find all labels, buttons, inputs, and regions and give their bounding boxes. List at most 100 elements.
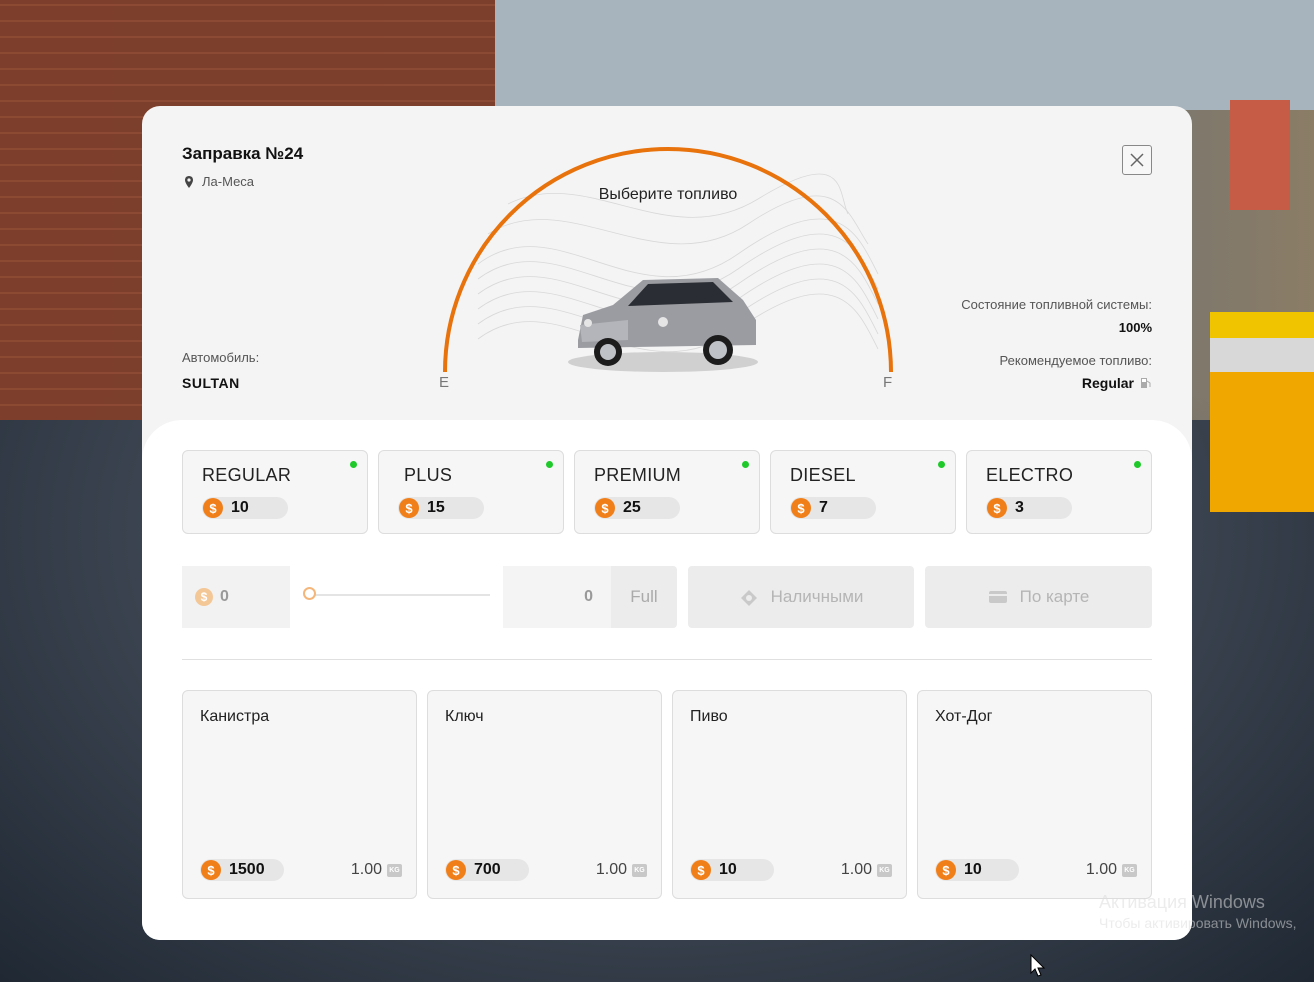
total-cost: $ 0: [182, 566, 290, 628]
total-cost-value: 0: [220, 588, 229, 605]
refuel-controls: $ 0 0 Full Наличными По карте: [182, 566, 1152, 630]
shop-item-beer[interactable]: Пиво $ 10 1.00 KG: [672, 690, 907, 899]
fuel-card-plus[interactable]: PLUS $ 15: [378, 450, 564, 534]
amount-selector: $ 0 0 Full: [182, 566, 677, 628]
item-name: Ключ: [445, 708, 484, 725]
station-location: Ла-Меса: [182, 174, 254, 189]
item-weight-value: 1.00: [840, 861, 872, 878]
item-name: Канистра: [200, 708, 270, 725]
fuel-price: $ 25: [594, 497, 680, 519]
liters-value: 0: [584, 588, 593, 605]
slider-handle[interactable]: [303, 587, 316, 600]
fuel-price: $ 10: [202, 497, 288, 519]
station-location-label: Ла-Меса: [202, 174, 255, 189]
pay-card-button[interactable]: По карте: [925, 566, 1152, 628]
fuel-gauge: [443, 147, 893, 373]
credit-card-icon: [988, 591, 1007, 603]
item-price: $ 1500: [200, 859, 284, 881]
item-price-value: 700: [474, 861, 501, 878]
shop-item-canister[interactable]: Канистра $ 1500 1.00 KG: [182, 690, 417, 899]
pay-cash-button[interactable]: Наличными: [688, 566, 914, 628]
dollar-coin-icon: $: [195, 588, 213, 606]
fuel-price-value: 25: [623, 499, 641, 516]
weight-kg-icon: KG: [632, 863, 647, 877]
shop-item-key[interactable]: Ключ $ 700 1.00 KG: [427, 690, 662, 899]
shop-item-hotdog[interactable]: Хот-Дог $ 10 1.00 KG: [917, 690, 1152, 899]
dollar-coin-icon: $: [399, 498, 419, 518]
mouse-cursor-icon: [1030, 954, 1046, 977]
fuel-system-status-value: 100%: [1118, 320, 1152, 335]
fuel-price: $ 3: [986, 497, 1072, 519]
availability-indicator: [938, 461, 945, 468]
cash-icon: [740, 590, 757, 606]
close-icon: [1130, 153, 1144, 167]
weight-kg-icon: KG: [387, 863, 402, 877]
section-divider: [182, 659, 1152, 660]
dollar-coin-icon: $: [691, 860, 711, 880]
dollar-coin-icon: $: [987, 498, 1007, 518]
fuel-system-status-label: Состояние топливной системы:: [961, 297, 1152, 312]
fuel-name: DIESEL: [790, 465, 856, 485]
fuel-price-value: 3: [1015, 499, 1024, 516]
fuel-name: PLUS: [404, 465, 453, 485]
windows-activation-watermark: Активация Windows Чтобы активировать Win…: [1099, 892, 1297, 931]
fuel-amount-slider[interactable]: [290, 566, 503, 628]
dollar-coin-icon: $: [936, 860, 956, 880]
gas-station-panel: Заправка №24 Ла-Меса Автомобиль: SULTAN …: [142, 106, 1192, 940]
availability-indicator: [1134, 461, 1141, 468]
fuel-card-diesel[interactable]: DIESEL $ 7: [770, 450, 956, 534]
fuel-card-electro[interactable]: ELECTRO $ 3: [966, 450, 1152, 534]
item-weight-value: 1.00: [350, 861, 382, 878]
fuel-pump-icon: [1141, 378, 1151, 388]
vehicle-name: SULTAN: [182, 375, 240, 391]
vehicle-label: Автомобиль:: [182, 350, 260, 365]
availability-indicator: [350, 461, 357, 468]
background-sign: [1230, 100, 1290, 210]
weight-kg-icon: KG: [1122, 863, 1137, 877]
watermark-subtitle: Чтобы активировать Windows,: [1099, 915, 1297, 931]
item-price-value: 10: [964, 861, 982, 878]
fuel-name: REGULAR: [202, 465, 292, 485]
fuel-name: PREMIUM: [594, 465, 682, 485]
slider-track: [310, 594, 490, 596]
fuel-price: $ 15: [398, 497, 484, 519]
gauge-title: Выберите топливо: [598, 186, 738, 203]
fuel-name: ELECTRO: [986, 465, 1074, 485]
fuel-card-premium[interactable]: PREMIUM $ 25: [574, 450, 760, 534]
car-image: [568, 278, 758, 372]
recommended-fuel: Regular: [1082, 375, 1152, 391]
item-price: $ 10: [690, 859, 774, 881]
background-sky: [495, 0, 1314, 110]
dollar-coin-icon: $: [595, 498, 615, 518]
weight-kg-icon: KG: [877, 863, 892, 877]
shop-items: Канистра $ 1500 1.00 KG Ключ $ 700 1.00 …: [182, 690, 1152, 900]
availability-indicator: [742, 461, 749, 468]
item-weight-value: 1.00: [595, 861, 627, 878]
item-weight: 1.00 KG: [351, 861, 402, 879]
fuel-types: REGULAR $ 10 PLUS $ 15 PREMIUM $ 25 DIES…: [182, 450, 1152, 536]
item-weight: 1.00 KG: [841, 861, 892, 879]
item-price: $ 10: [935, 859, 1019, 881]
item-name: Пиво: [690, 708, 728, 725]
item-name: Хот-Дог: [935, 708, 993, 725]
liters-amount[interactable]: 0: [503, 566, 611, 628]
recommended-fuel-value: Regular: [1081, 375, 1134, 391]
availability-indicator: [546, 461, 553, 468]
fuel-price-value: 10: [231, 499, 249, 516]
item-weight-value: 1.00: [1085, 861, 1117, 878]
item-weight: 1.00 KG: [596, 861, 647, 879]
dollar-coin-icon: $: [203, 498, 223, 518]
item-price-value: 10: [719, 861, 737, 878]
close-button[interactable]: [1122, 145, 1152, 175]
item-price: $ 700: [445, 859, 529, 881]
recommended-fuel-label: Рекомендуемое топливо:: [999, 353, 1152, 368]
fuel-price-value: 7: [819, 499, 828, 516]
item-price-value: 1500: [229, 861, 265, 878]
pay-cash-label: Наличными: [770, 587, 864, 606]
dollar-coin-icon: $: [446, 860, 466, 880]
location-pin-icon: [182, 175, 196, 189]
watermark-title: Активация Windows: [1099, 892, 1265, 912]
gauge-empty-label: E: [439, 374, 450, 391]
full-tank-button[interactable]: Full: [611, 566, 677, 628]
fuel-card-regular[interactable]: REGULAR $ 10: [182, 450, 368, 534]
